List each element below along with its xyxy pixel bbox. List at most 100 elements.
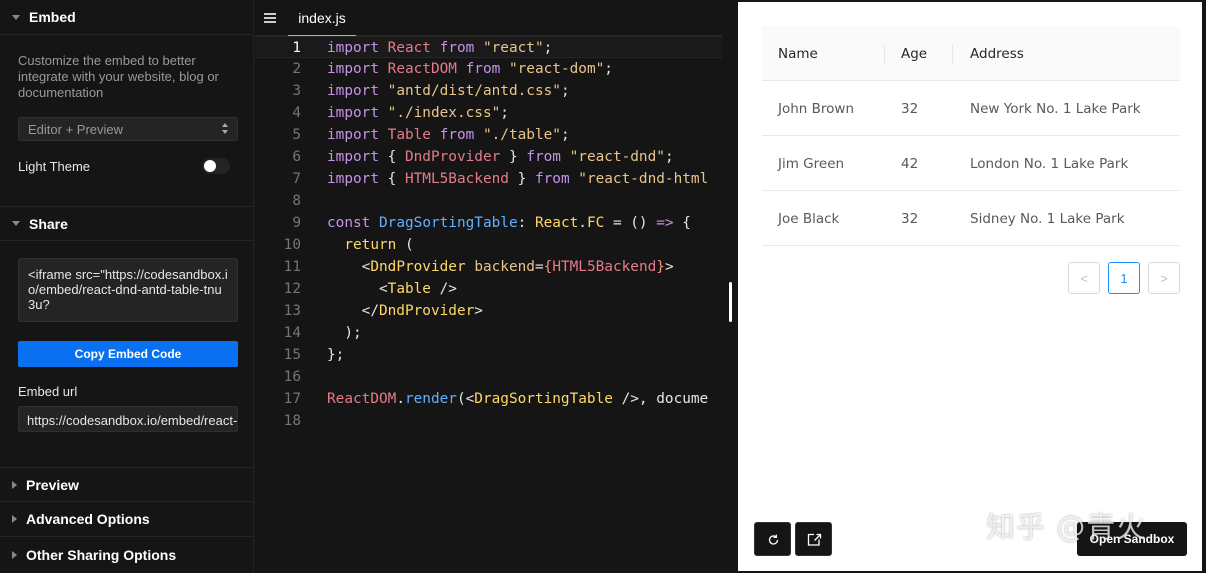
cell-address: Sidney No. 1 Lake Park bbox=[970, 210, 1125, 227]
cell-age: 32 bbox=[901, 210, 919, 227]
pane-divider[interactable] bbox=[722, 0, 738, 573]
line-number: 6 bbox=[292, 149, 301, 165]
refresh-button[interactable] bbox=[754, 522, 791, 556]
code-text: import "./index.css"; bbox=[327, 105, 509, 121]
column-divider bbox=[884, 44, 885, 64]
share-section-header[interactable]: Share bbox=[0, 206, 254, 241]
tab-index-js[interactable]: index.js bbox=[288, 0, 356, 36]
embed-section-header[interactable]: Embed bbox=[0, 0, 254, 35]
code-text: }; bbox=[327, 347, 345, 363]
code-text: ); bbox=[327, 325, 362, 341]
light-theme-toggle[interactable] bbox=[202, 158, 230, 174]
code-text: <DndProvider backend={HTML5Backend}> bbox=[327, 259, 674, 275]
column-header-name: Name bbox=[778, 45, 818, 62]
code-line[interactable]: 10 return ( bbox=[255, 234, 722, 256]
select-arrows-icon bbox=[222, 123, 228, 135]
code-line[interactable]: 13 </DndProvider> bbox=[255, 300, 722, 322]
embed-url-label: Embed url bbox=[18, 384, 78, 399]
menu-icon[interactable] bbox=[264, 13, 276, 23]
other-sharing-options-section-title: Other Sharing Options bbox=[26, 546, 177, 563]
chevron-down-icon bbox=[12, 14, 20, 20]
preview-section-header[interactable]: Preview bbox=[0, 467, 254, 502]
other-sharing-options-section-header[interactable]: Other Sharing Options bbox=[0, 537, 254, 572]
line-number: 16 bbox=[283, 369, 301, 385]
pagination-next-button[interactable]: > bbox=[1148, 262, 1180, 294]
cell-name: Jim Green bbox=[778, 155, 845, 172]
view-mode-value: Editor + Preview bbox=[28, 121, 124, 137]
external-link-icon bbox=[807, 533, 822, 546]
table-header: Name Age Address bbox=[762, 26, 1180, 81]
code-line[interactable]: 6 import { DndProvider } from "react-dnd"… bbox=[255, 146, 722, 168]
line-number: 8 bbox=[292, 193, 301, 209]
code-line[interactable]: 4 import "./index.css"; bbox=[255, 102, 722, 124]
code-text: import ReactDOM from "react-dom"; bbox=[327, 61, 613, 77]
code-line[interactable]: 1 import React from "react"; bbox=[255, 36, 722, 58]
cell-address: New York No. 1 Lake Park bbox=[970, 100, 1141, 117]
pagination-page-1[interactable]: 1 bbox=[1108, 262, 1140, 294]
code-line[interactable]: 15}; bbox=[255, 344, 722, 366]
code-line[interactable]: 16 bbox=[255, 366, 722, 388]
table-row[interactable]: Joe Black 32 Sidney No. 1 Lake Park bbox=[762, 191, 1180, 246]
resize-handle[interactable] bbox=[729, 282, 732, 322]
iframe-code-field[interactable]: <iframe src="https://codesandbox.io/embe… bbox=[18, 258, 238, 322]
line-number: 3 bbox=[292, 83, 301, 99]
line-number: 1 bbox=[292, 40, 301, 56]
line-number: 10 bbox=[283, 237, 301, 253]
code-text: import Table from "./table"; bbox=[327, 127, 570, 143]
column-header-address: Address bbox=[970, 45, 1024, 62]
code-line[interactable]: 3 import "antd/dist/antd.css"; bbox=[255, 80, 722, 102]
chevron-down-icon bbox=[12, 221, 20, 226]
embed-settings-panel: Embed Customize the embed to better inte… bbox=[0, 0, 254, 573]
code-text: </DndProvider> bbox=[327, 303, 483, 319]
share-section-title: Share bbox=[29, 215, 68, 232]
advanced-options-section-header[interactable]: Advanced Options bbox=[0, 502, 254, 537]
embed-url-field[interactable]: https://codesandbox.io/embed/react-dnd-a… bbox=[18, 406, 238, 432]
code-text: import { HTML5Backend } from "react-dnd-… bbox=[327, 171, 709, 187]
table-row[interactable]: John Brown 32 New York No. 1 Lake Park bbox=[762, 81, 1180, 136]
code-text: <Table /> bbox=[327, 281, 457, 297]
code-line[interactable]: 9 const DragSortingTable: React.FC = () =… bbox=[255, 212, 722, 234]
cell-address: London No. 1 Lake Park bbox=[970, 155, 1129, 172]
data-table: Name Age Address John Brown 32 New York … bbox=[762, 26, 1180, 246]
chevron-right-icon: > bbox=[1160, 270, 1168, 286]
column-header-age: Age bbox=[901, 45, 928, 62]
code-line[interactable]: 17 ReactDOM.render(<DragSortingTable />, … bbox=[255, 388, 722, 410]
code-text: import "antd/dist/antd.css"; bbox=[327, 83, 570, 99]
code-line[interactable]: 18 bbox=[255, 410, 722, 432]
line-number: 5 bbox=[292, 127, 301, 143]
toggle-knob bbox=[204, 160, 216, 172]
code-text: import React from "react"; bbox=[327, 40, 553, 56]
table-row[interactable]: Jim Green 42 London No. 1 Lake Park bbox=[762, 136, 1180, 191]
cell-name: John Brown bbox=[778, 100, 855, 117]
pagination-prev-button[interactable]: < bbox=[1068, 262, 1100, 294]
line-number: 14 bbox=[283, 325, 301, 341]
cell-age: 42 bbox=[901, 155, 919, 172]
code-text: ReactDOM.render(<DragSortingTable />, do… bbox=[327, 391, 709, 407]
code-area[interactable]: 1 import React from "react"; 2 import React… bbox=[255, 36, 722, 432]
view-mode-select[interactable]: Editor + Preview bbox=[18, 117, 238, 141]
code-line[interactable]: 11 <DndProvider backend={HTML5Backend}> bbox=[255, 256, 722, 278]
code-line[interactable]: 8 bbox=[255, 190, 722, 212]
code-line[interactable]: 5 import Table from "./table"; bbox=[255, 124, 722, 146]
code-line[interactable]: 12 <Table /> bbox=[255, 278, 722, 300]
code-line[interactable]: 14 ); bbox=[255, 322, 722, 344]
embed-description: Customize the embed to better integrate … bbox=[18, 53, 219, 100]
chevron-left-icon: < bbox=[1080, 270, 1088, 286]
line-number: 18 bbox=[283, 413, 301, 429]
cell-name: Joe Black bbox=[778, 210, 840, 227]
line-number: 9 bbox=[292, 215, 301, 231]
embed-section-title: Embed bbox=[29, 9, 76, 25]
open-sandbox-button[interactable]: Open Sandbox bbox=[1077, 522, 1187, 556]
line-number: 11 bbox=[283, 259, 301, 275]
cell-age: 32 bbox=[901, 100, 919, 117]
light-theme-label: Light Theme bbox=[18, 159, 91, 174]
copy-embed-code-button[interactable]: Copy Embed Code bbox=[18, 341, 238, 367]
open-new-window-button[interactable] bbox=[795, 522, 832, 556]
code-line[interactable]: 7 import { HTML5Backend } from "react-dnd… bbox=[255, 168, 722, 190]
code-line[interactable]: 2 import ReactDOM from "react-dom"; bbox=[255, 58, 722, 80]
chevron-right-icon bbox=[12, 480, 17, 489]
column-divider bbox=[952, 44, 953, 64]
line-number: 4 bbox=[292, 105, 301, 121]
chevron-right-icon bbox=[12, 515, 17, 523]
line-number: 2 bbox=[292, 61, 301, 77]
